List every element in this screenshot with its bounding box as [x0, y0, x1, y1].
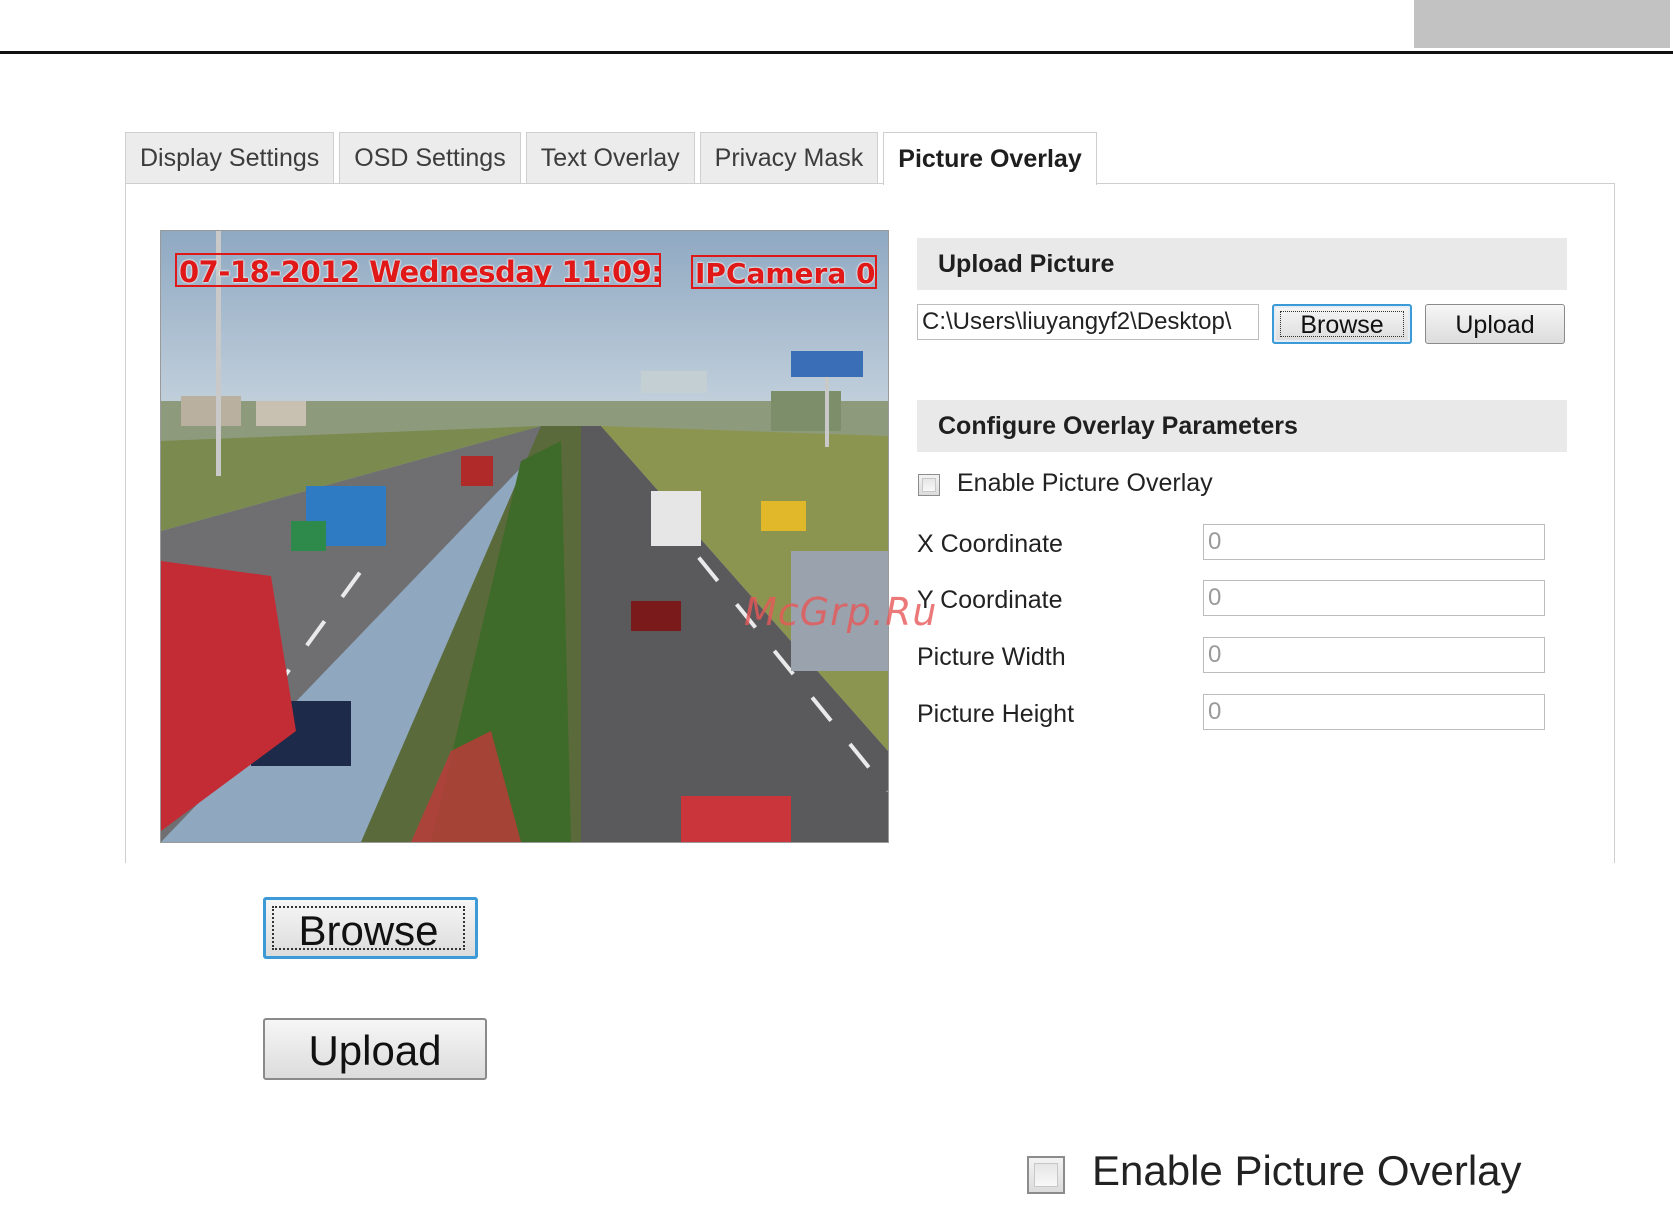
header-rule [0, 51, 1673, 54]
watermark-text: McGrp.Ru [744, 590, 938, 634]
tab-picture-overlay[interactable]: Picture Overlay [883, 132, 1097, 185]
settings-tabs: Display Settings OSD Settings Text Overl… [125, 132, 1097, 185]
picture-height-input[interactable]: 0 [1203, 694, 1545, 730]
browse-button-callout-label: Browse [272, 906, 465, 954]
enable-picture-overlay-checkbox-callout[interactable] [1027, 1156, 1065, 1194]
file-path-input[interactable]: C:\Users\liuyangyf2\Desktop\ [917, 304, 1259, 340]
browse-button[interactable]: Browse [1272, 304, 1412, 344]
header-gray-box [1414, 0, 1670, 48]
y-coordinate-label: Y Coordinate [917, 586, 1063, 614]
configure-overlay-header: Configure Overlay Parameters [917, 400, 1567, 452]
osd-datetime: 07-18-2012 Wednesday 11:09:22 [175, 253, 661, 287]
enable-picture-overlay-label: Enable Picture Overlay [957, 469, 1213, 497]
camera-preview: 07-18-2012 Wednesday 11:09:22 IPCamera 0… [160, 230, 889, 843]
x-coordinate-input[interactable]: 0 [1203, 524, 1545, 560]
tab-display-settings[interactable]: Display Settings [125, 132, 335, 184]
picture-width-label: Picture Width [917, 643, 1066, 671]
upload-button-callout[interactable]: Upload [263, 1018, 487, 1080]
browse-button-callout[interactable]: Browse [263, 897, 478, 959]
picture-height-label: Picture Height [917, 700, 1075, 728]
y-coordinate-input[interactable]: 0 [1203, 580, 1545, 616]
upload-button[interactable]: Upload [1425, 304, 1565, 344]
tab-privacy-mask[interactable]: Privacy Mask [699, 132, 879, 184]
upload-picture-header: Upload Picture [917, 238, 1567, 290]
tab-text-overlay[interactable]: Text Overlay [525, 132, 695, 184]
x-coordinate-label: X Coordinate [917, 530, 1063, 558]
tab-osd-settings[interactable]: OSD Settings [339, 132, 521, 184]
browse-button-label: Browse [1280, 311, 1404, 338]
highway-scene [161, 231, 888, 842]
picture-width-input[interactable]: 0 [1203, 637, 1545, 673]
enable-picture-overlay-callout-label: Enable Picture Overlay [1092, 1147, 1522, 1194]
enable-picture-overlay-checkbox[interactable] [918, 474, 940, 496]
osd-camera-name: IPCamera 01 [691, 255, 877, 289]
